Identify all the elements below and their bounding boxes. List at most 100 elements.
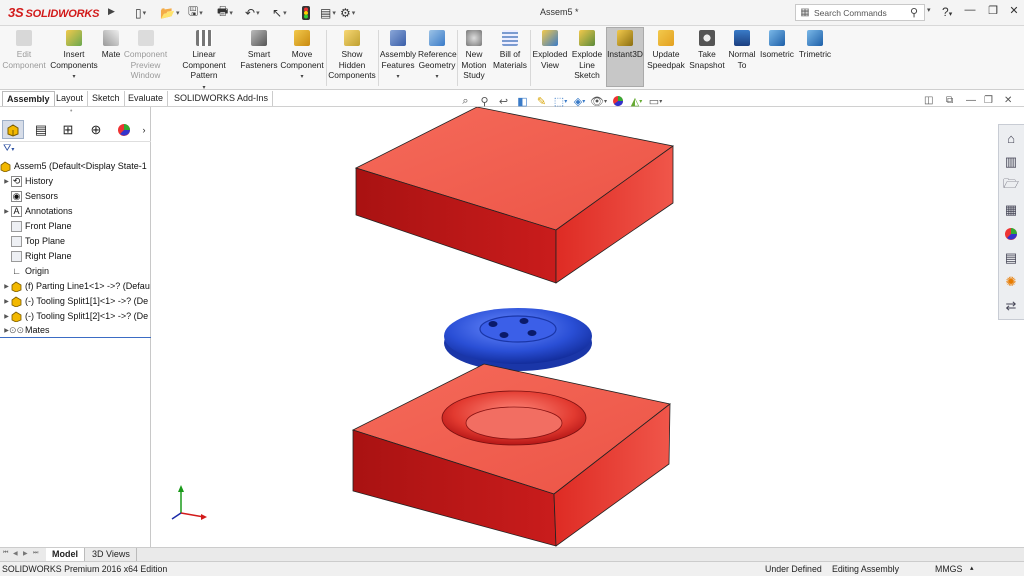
save-icon[interactable]: 🖫 ▾ (188, 4, 203, 21)
previous-view-icon[interactable]: ↩ (496, 94, 511, 108)
tree-item-sensors[interactable]: ◉ Sensors (2, 189, 58, 203)
new-motion-study-button[interactable]: New Motion Study (458, 28, 490, 81)
tree-root-assembly[interactable]: Assem5 (Default<Display State-1 (0, 159, 147, 173)
section-view-icon[interactable]: ◧ (515, 94, 530, 108)
move-component-button[interactable]: Move Component ▾ (279, 28, 325, 83)
tree-item-mates[interactable]: ▶ ⊙⊙ Mates (2, 323, 49, 337)
viewport-restore-icon[interactable]: ❐ (984, 95, 993, 109)
show-hidden-components-button[interactable]: Show Hidden Components (327, 28, 377, 81)
search-dropdown-icon[interactable]: ▾ (927, 6, 931, 14)
viewport-minimize-icon[interactable]: — (966, 95, 976, 109)
view-settings-icon[interactable]: ▭ ▾ (648, 94, 663, 108)
open-document-icon[interactable]: 📂 ▾ (160, 4, 179, 21)
close-window-icon[interactable]: ✕ (1006, 4, 1022, 20)
tree-item-right-plane[interactable]: Right Plane (2, 249, 72, 263)
expand-arrow-icon[interactable]: ▶ (2, 178, 11, 185)
rollback-bar[interactable] (0, 337, 151, 338)
help-icon[interactable]: ?▾ (942, 5, 952, 19)
recent-items-icon[interactable]: ⇄ (999, 295, 1023, 317)
isometric-button[interactable]: Isometric (758, 28, 796, 60)
expand-arrow-icon[interactable]: ▶ (2, 208, 11, 215)
tab-sketch[interactable]: Sketch (88, 91, 125, 106)
dynamic-annotation-icon[interactable]: ✎ (534, 94, 549, 108)
apply-scene-icon[interactable]: ◭ ▾ (629, 94, 644, 108)
tab-3d-views[interactable]: 3D Views (86, 548, 137, 561)
print-icon[interactable]: 🖶 ▾ (217, 4, 233, 21)
search-input[interactable]: Search Commands (814, 8, 910, 18)
next-tab-arrow-icon[interactable]: ▶ (23, 550, 31, 559)
last-tab-arrow-icon[interactable]: ⏭ (33, 550, 41, 559)
select-pointer-icon[interactable]: ↖ ▾ (272, 4, 287, 21)
appearances-scenes-icon[interactable] (999, 223, 1023, 245)
hide-show-items-icon[interactable]: 👁 ▾ (590, 94, 607, 108)
search-icon[interactable]: ⚲ (910, 6, 924, 19)
linear-component-pattern-button[interactable]: Linear Component Pattern ▾ (170, 28, 238, 93)
minimize-window-icon[interactable]: — (962, 4, 978, 20)
zoom-to-fit-icon[interactable]: ⌕ (458, 94, 473, 108)
file-explorer-icon[interactable]: 🗁 (999, 175, 1023, 197)
tree-item-annotations[interactable]: ▶ A Annotations (2, 204, 73, 218)
panel-collapse-handle-icon[interactable]: • (70, 108, 72, 115)
prev-tab-arrow-icon[interactable]: ◀ (13, 550, 21, 559)
undo-icon[interactable]: ↶ ▾ (245, 4, 260, 21)
smart-fasteners-button[interactable]: Smart Fasteners (240, 28, 278, 70)
viewport-split-icon[interactable]: ◫ (924, 95, 933, 109)
update-speedpak-button[interactable]: Update Speedpak (646, 28, 686, 70)
lower-mold-half[interactable] (351, 363, 671, 547)
viewport-close-icon[interactable]: ✕ (1004, 95, 1012, 109)
dimxpert-tab-icon[interactable]: ⊕ (85, 120, 107, 139)
display-manager-tab-icon[interactable] (113, 120, 135, 139)
expand-arrow-icon[interactable]: ▶ (2, 313, 11, 320)
configuration-manager-tab-icon[interactable]: ⊞ (57, 120, 79, 139)
tab-evaluate[interactable]: Evaluate (124, 91, 169, 106)
explode-line-sketch-button[interactable]: Explode Line Sketch (569, 28, 605, 81)
feature-manager-tab-icon[interactable] (2, 120, 24, 139)
mate-button[interactable]: Mate (100, 28, 122, 60)
edit-appearance-icon[interactable] (610, 94, 625, 108)
custom-properties-icon[interactable]: ▤ (999, 247, 1023, 269)
solidworks-logo[interactable]: 3S SOLIDWORKS (8, 5, 99, 20)
options-gear-icon[interactable]: ⚙ ▾ (340, 4, 355, 21)
design-library-icon[interactable]: ▥ (999, 151, 1023, 173)
expand-arrow-icon[interactable]: ▶ (2, 283, 11, 290)
tab-assembly[interactable]: Assembly (2, 91, 55, 106)
file-properties-icon[interactable]: ▤ ▾ (320, 4, 336, 21)
tree-item-origin[interactable]: ∟ Origin (2, 264, 49, 278)
status-units[interactable]: MMGS (935, 562, 962, 576)
solidworks-forum-icon[interactable]: ✺ (999, 271, 1023, 293)
upper-mold-half[interactable] (354, 107, 674, 284)
expand-arrow-icon[interactable]: ▶ (2, 298, 11, 305)
graphics-area[interactable] (152, 107, 1024, 547)
edit-component-button[interactable]: Edit Component (2, 28, 46, 70)
zoom-to-area-icon[interactable]: ⚲ (477, 94, 492, 108)
panel-more-arrow-icon[interactable]: › (138, 120, 150, 139)
take-snapshot-button[interactable]: Take Snapshot (688, 28, 726, 70)
menu-expand-arrow-icon[interactable]: ▶ (108, 6, 115, 17)
tree-item-history[interactable]: ▶ ⟲ History (2, 174, 53, 188)
normal-to-button[interactable]: Normal To (726, 28, 758, 70)
instant3d-button[interactable]: Instant3D (606, 27, 644, 87)
first-tab-arrow-icon[interactable]: ⏮ (3, 550, 11, 559)
display-style-icon[interactable]: ◈ ▾ (572, 94, 587, 108)
units-dropdown-icon[interactable]: ▴ (970, 562, 974, 576)
view-orientation-icon[interactable]: ⬚ ▾ (553, 94, 568, 108)
component-preview-window-button[interactable]: Component Preview Window (123, 28, 168, 81)
tree-item-top-plane[interactable]: Top Plane (2, 234, 65, 248)
exploded-view-button[interactable]: Exploded View (531, 28, 569, 70)
rebuild-icon[interactable] (301, 4, 311, 21)
property-manager-tab-icon[interactable]: ▤ (30, 120, 52, 139)
button-part[interactable] (444, 308, 592, 371)
tab-add-ins[interactable]: SOLIDWORKS Add-Ins (170, 91, 274, 106)
solidworks-resources-icon[interactable]: ⌂ (999, 127, 1023, 149)
trimetric-button[interactable]: Trimetric (796, 28, 834, 60)
assembly-features-button[interactable]: Assembly Features ▾ (379, 28, 417, 83)
insert-components-button[interactable]: Insert Components ▾ (48, 28, 100, 83)
tree-item-front-plane[interactable]: Front Plane (2, 219, 72, 233)
new-document-icon[interactable]: ▯ ▾ (135, 4, 146, 21)
tab-model[interactable]: Model (46, 548, 85, 561)
filter-icon[interactable]: ⛛▾ (3, 143, 14, 154)
search-filter-icon[interactable]: ▦ (796, 7, 814, 18)
search-commands-box[interactable]: ▦ Search Commands ⚲ (795, 4, 925, 21)
view-palette-icon[interactable]: ▦ (999, 199, 1023, 221)
viewport-link-icon[interactable]: ⧉ (946, 95, 953, 109)
